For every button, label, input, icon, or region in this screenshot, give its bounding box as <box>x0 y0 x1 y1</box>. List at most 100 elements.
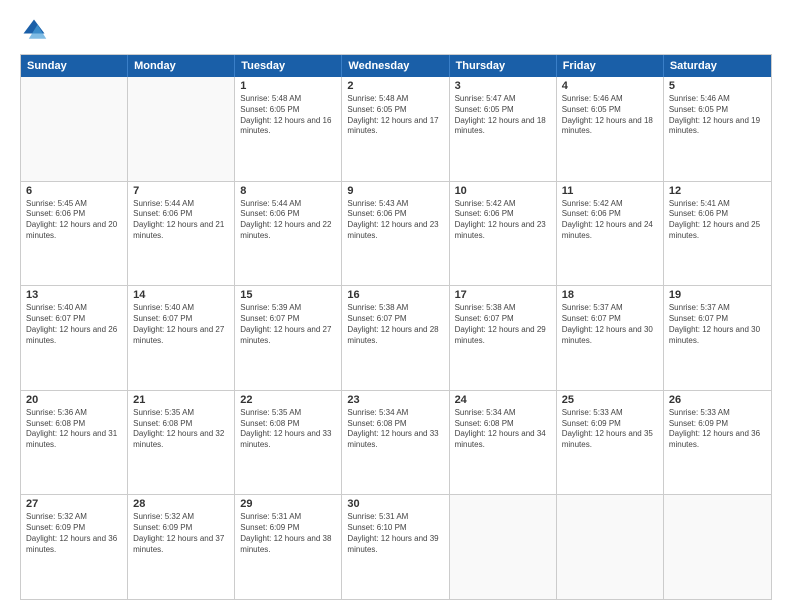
calendar-cell: 10Sunrise: 5:42 AMSunset: 6:06 PMDayligh… <box>450 182 557 286</box>
cell-sun-info: Sunrise: 5:43 AMSunset: 6:06 PMDaylight:… <box>347 199 443 242</box>
cell-date-number: 5 <box>669 80 766 92</box>
calendar-cell: 23 Sunrise: 5:34 AMSunset: 6:08 PMDayligh… <box>342 391 449 495</box>
cell-sun-info: Sunrise: 5:48 AMSunset: 6:05 PMDaylight:… <box>347 94 443 137</box>
cell-date-number: 30 <box>347 498 443 510</box>
cell-sun-info: Sunrise: 5:34 AMSunset: 6:08 PMDaylight:… <box>455 408 551 451</box>
calendar-cell <box>21 77 128 181</box>
cell-date-number: 11 <box>562 185 658 197</box>
calendar-cell: 13Sunrise: 5:40 AMSunset: 6:07 PMDayligh… <box>21 286 128 390</box>
cell-sun-info: Sunrise: 5:40 AMSunset: 6:07 PMDaylight:… <box>26 303 122 346</box>
calendar-week-3: 13Sunrise: 5:40 AMSunset: 6:07 PMDayligh… <box>21 286 771 391</box>
calendar-day-header: Wednesday <box>342 55 449 77</box>
calendar-day-header: Saturday <box>664 55 771 77</box>
cell-date-number: 25 <box>562 394 658 406</box>
calendar-cell: 26 Sunrise: 5:33 AMSunset: 6:09 PMDayligh… <box>664 391 771 495</box>
cell-date-number: 27 <box>26 498 122 510</box>
calendar-cell: 25 Sunrise: 5:33 AMSunset: 6:09 PMDayligh… <box>557 391 664 495</box>
calendar-cell: 9 Sunrise: 5:43 AMSunset: 6:06 PMDaylight… <box>342 182 449 286</box>
cell-date-number: 9 <box>347 185 443 197</box>
cell-sun-info: Sunrise: 5:38 AMSunset: 6:07 PMDaylight:… <box>347 303 443 346</box>
calendar-cell: 18 Sunrise: 5:37 AMSunset: 6:07 PMDayligh… <box>557 286 664 390</box>
calendar-cell: 15Sunrise: 5:39 AMSunset: 6:07 PMDayligh… <box>235 286 342 390</box>
cell-sun-info: Sunrise: 5:37 AMSunset: 6:07 PMDaylight:… <box>669 303 766 346</box>
calendar-cell: 1 Sunrise: 5:48 AMSunset: 6:05 PMDaylight… <box>235 77 342 181</box>
calendar-week-4: 20Sunrise: 5:36 AMSunset: 6:08 PMDayligh… <box>21 391 771 496</box>
cell-date-number: 17 <box>455 289 551 301</box>
cell-sun-info: Sunrise: 5:42 AMSunset: 6:06 PMDaylight:… <box>562 199 658 242</box>
cell-date-number: 21 <box>133 394 229 406</box>
cell-date-number: 3 <box>455 80 551 92</box>
logo <box>20 16 52 44</box>
cell-sun-info: Sunrise: 5:44 AMSunset: 6:06 PMDaylight:… <box>133 199 229 242</box>
cell-date-number: 1 <box>240 80 336 92</box>
calendar-cell: 3 Sunrise: 5:47 AMSunset: 6:05 PMDaylight… <box>450 77 557 181</box>
cell-sun-info: Sunrise: 5:44 AMSunset: 6:06 PMDaylight:… <box>240 199 336 242</box>
cell-date-number: 23 <box>347 394 443 406</box>
cell-date-number: 16 <box>347 289 443 301</box>
calendar-cell: 8 Sunrise: 5:44 AMSunset: 6:06 PMDaylight… <box>235 182 342 286</box>
cell-date-number: 14 <box>133 289 229 301</box>
cell-sun-info: Sunrise: 5:32 AMSunset: 6:09 PMDaylight:… <box>26 512 122 555</box>
calendar-week-5: 27 Sunrise: 5:32 AMSunset: 6:09 PMDayligh… <box>21 495 771 599</box>
cell-date-number: 26 <box>669 394 766 406</box>
cell-sun-info: Sunrise: 5:48 AMSunset: 6:05 PMDaylight:… <box>240 94 336 137</box>
cell-date-number: 15 <box>240 289 336 301</box>
page: SundayMondayTuesdayWednesdayThursdayFrid… <box>0 0 792 612</box>
calendar-cell: 11 Sunrise: 5:42 AMSunset: 6:06 PMDayligh… <box>557 182 664 286</box>
cell-sun-info: Sunrise: 5:31 AMSunset: 6:10 PMDaylight:… <box>347 512 443 555</box>
header <box>20 16 772 44</box>
cell-sun-info: Sunrise: 5:37 AMSunset: 6:07 PMDaylight:… <box>562 303 658 346</box>
calendar-cell: 24Sunrise: 5:34 AMSunset: 6:08 PMDayligh… <box>450 391 557 495</box>
calendar-cell: 16 Sunrise: 5:38 AMSunset: 6:07 PMDayligh… <box>342 286 449 390</box>
calendar-day-header: Sunday <box>21 55 128 77</box>
cell-date-number: 7 <box>133 185 229 197</box>
cell-sun-info: Sunrise: 5:31 AMSunset: 6:09 PMDaylight:… <box>240 512 336 555</box>
cell-date-number: 6 <box>26 185 122 197</box>
cell-sun-info: Sunrise: 5:45 AMSunset: 6:06 PMDaylight:… <box>26 199 122 242</box>
calendar-cell <box>664 495 771 599</box>
calendar-day-header: Friday <box>557 55 664 77</box>
calendar-cell: 30 Sunrise: 5:31 AMSunset: 6:10 PMDayligh… <box>342 495 449 599</box>
calendar-week-2: 6 Sunrise: 5:45 AMSunset: 6:06 PMDaylight… <box>21 182 771 287</box>
cell-date-number: 29 <box>240 498 336 510</box>
calendar-cell: 6 Sunrise: 5:45 AMSunset: 6:06 PMDaylight… <box>21 182 128 286</box>
cell-sun-info: Sunrise: 5:35 AMSunset: 6:08 PMDaylight:… <box>133 408 229 451</box>
cell-date-number: 8 <box>240 185 336 197</box>
calendar-body: 1 Sunrise: 5:48 AMSunset: 6:05 PMDaylight… <box>21 77 771 599</box>
cell-date-number: 4 <box>562 80 658 92</box>
calendar-cell <box>128 77 235 181</box>
cell-sun-info: Sunrise: 5:38 AMSunset: 6:07 PMDaylight:… <box>455 303 551 346</box>
cell-date-number: 12 <box>669 185 766 197</box>
cell-date-number: 18 <box>562 289 658 301</box>
cell-sun-info: Sunrise: 5:32 AMSunset: 6:09 PMDaylight:… <box>133 512 229 555</box>
calendar-cell: 7 Sunrise: 5:44 AMSunset: 6:06 PMDaylight… <box>128 182 235 286</box>
cell-date-number: 22 <box>240 394 336 406</box>
cell-sun-info: Sunrise: 5:36 AMSunset: 6:08 PMDaylight:… <box>26 408 122 451</box>
cell-sun-info: Sunrise: 5:41 AMSunset: 6:06 PMDaylight:… <box>669 199 766 242</box>
calendar-cell: 5 Sunrise: 5:46 AMSunset: 6:05 PMDaylight… <box>664 77 771 181</box>
calendar-day-header: Tuesday <box>235 55 342 77</box>
cell-sun-info: Sunrise: 5:47 AMSunset: 6:05 PMDaylight:… <box>455 94 551 137</box>
calendar-cell: 2Sunrise: 5:48 AMSunset: 6:05 PMDaylight… <box>342 77 449 181</box>
calendar-cell: 29 Sunrise: 5:31 AMSunset: 6:09 PMDayligh… <box>235 495 342 599</box>
cell-sun-info: Sunrise: 5:35 AMSunset: 6:08 PMDaylight:… <box>240 408 336 451</box>
calendar-header: SundayMondayTuesdayWednesdayThursdayFrid… <box>21 55 771 77</box>
logo-icon <box>20 16 48 44</box>
calendar-cell: 12 Sunrise: 5:41 AMSunset: 6:06 PMDayligh… <box>664 182 771 286</box>
calendar-cell: 17 Sunrise: 5:38 AMSunset: 6:07 PMDayligh… <box>450 286 557 390</box>
calendar-cell: 21 Sunrise: 5:35 AMSunset: 6:08 PMDayligh… <box>128 391 235 495</box>
cell-sun-info: Sunrise: 5:42 AMSunset: 6:06 PMDaylight:… <box>455 199 551 242</box>
calendar-cell <box>557 495 664 599</box>
calendar-day-header: Thursday <box>450 55 557 77</box>
cell-sun-info: Sunrise: 5:33 AMSunset: 6:09 PMDaylight:… <box>669 408 766 451</box>
cell-sun-info: Sunrise: 5:34 AMSunset: 6:08 PMDaylight:… <box>347 408 443 451</box>
calendar-cell: 22 Sunrise: 5:35 AMSunset: 6:08 PMDayligh… <box>235 391 342 495</box>
cell-sun-info: Sunrise: 5:33 AMSunset: 6:09 PMDaylight:… <box>562 408 658 451</box>
cell-date-number: 28 <box>133 498 229 510</box>
calendar-week-1: 1 Sunrise: 5:48 AMSunset: 6:05 PMDaylight… <box>21 77 771 182</box>
calendar-cell: 4Sunrise: 5:46 AMSunset: 6:05 PMDaylight… <box>557 77 664 181</box>
cell-sun-info: Sunrise: 5:46 AMSunset: 6:05 PMDaylight:… <box>669 94 766 137</box>
calendar-cell: 28 Sunrise: 5:32 AMSunset: 6:09 PMDayligh… <box>128 495 235 599</box>
calendar-cell: 27 Sunrise: 5:32 AMSunset: 6:09 PMDayligh… <box>21 495 128 599</box>
calendar-cell: 14Sunrise: 5:40 AMSunset: 6:07 PMDayligh… <box>128 286 235 390</box>
